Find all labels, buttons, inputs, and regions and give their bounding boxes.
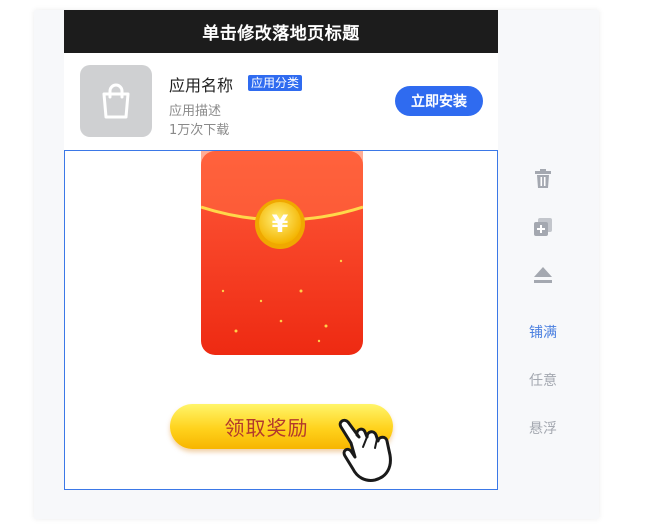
duplicate-button[interactable] xyxy=(520,213,566,241)
app-downloads: 1万次下载 xyxy=(169,123,230,138)
layout-fill-label: 铺满 xyxy=(529,325,557,341)
landing-page-title[interactable]: 单击修改落地页标题 xyxy=(64,10,498,53)
delete-button[interactable] xyxy=(520,165,566,193)
selected-ad-component[interactable]: ¥ 领取奖励 xyxy=(64,150,498,490)
layout-float-option[interactable]: 悬浮 xyxy=(520,414,566,442)
app-category-tag: 应用分类 xyxy=(248,75,303,91)
app-description: 应用描述 xyxy=(169,104,222,119)
app-name: 应用名称 xyxy=(169,76,234,95)
hand-pointer-icon xyxy=(338,418,392,482)
move-to-top-icon xyxy=(534,267,552,283)
copy-add-icon xyxy=(534,218,552,236)
install-button[interactable]: 立即安装 xyxy=(395,86,483,116)
install-button-label: 立即安装 xyxy=(411,94,467,110)
app-info-row[interactable]: 应用名称 应用分类 应用描述 1万次下载 立即安装 xyxy=(64,53,498,149)
app-icon xyxy=(80,65,152,137)
layout-free-option[interactable]: 任意 xyxy=(520,366,566,394)
coin-symbol: ¥ xyxy=(272,210,289,238)
landing-page-title-text: 单击修改落地页标题 xyxy=(202,24,360,44)
layout-free-label: 任意 xyxy=(529,373,557,389)
claim-reward-label: 领取奖励 xyxy=(224,416,309,440)
red-envelope-icon: ¥ xyxy=(201,151,363,355)
shopping-bag-icon xyxy=(102,83,130,119)
trash-icon xyxy=(535,169,551,188)
move-to-top-button[interactable] xyxy=(520,261,566,289)
layout-float-label: 悬浮 xyxy=(529,421,557,437)
layout-fill-option[interactable]: 铺满 xyxy=(520,318,566,346)
